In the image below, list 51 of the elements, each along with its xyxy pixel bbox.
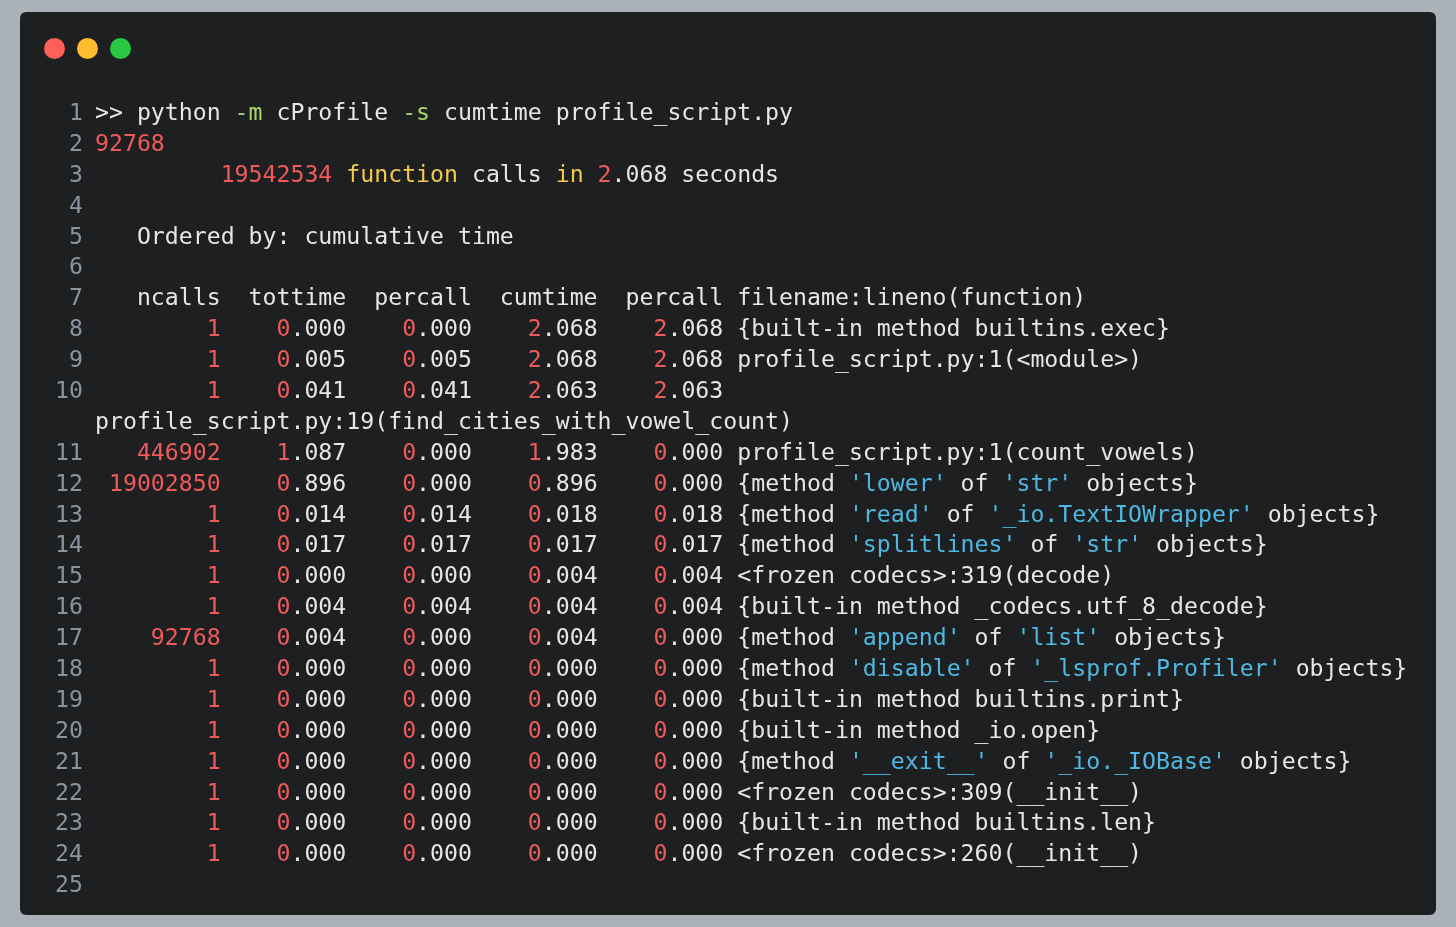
line-number: 9	[69, 345, 83, 373]
code-line: 1 0.000 0.000 0.000 0.000 {built-in method _io.open}	[205, 714, 1101, 746]
code-line: 1 0.014 0.014 0.018 0.018 {method 'read' of '_io.TextIOWrapper' objects}	[205, 498, 1380, 530]
line-number: 20	[55, 715, 83, 743]
close-control	[44, 38, 65, 59]
line-number: 21	[55, 746, 83, 774]
zoom-control	[110, 38, 131, 59]
line-number: 3	[69, 159, 83, 187]
code-line: 1 0.000 0.000 0.000 0.000 {built-in method builtins.print}	[205, 683, 1184, 714]
code-line: profile_script.py:19(find_cities_with_vowel_count)	[95, 405, 793, 437]
code-line: 1 0.000 0.000 0.004 0.004 <frozen codecs>:319(decode)	[205, 560, 1115, 591]
line-number: 18	[55, 654, 83, 682]
line-number: 10	[55, 376, 83, 403]
line-number: 2	[69, 128, 83, 156]
code-line: 1 0.000 0.000 0.000 0.000 <frozen codecs>:260(__init__)	[205, 838, 1143, 869]
code-line: 1 0.000 0.000 0.000 0.000 {method '__exit__' of '_io._IOBase' objects}	[205, 745, 1352, 777]
line-number: 7	[69, 283, 83, 311]
line-number: 24	[55, 839, 83, 867]
code-line: 1 0.000 0.000 0.000 0.000 {method 'disable' of '_lsprof.Profiler' objects}	[205, 653, 1408, 684]
code-line: 1 0.000 0.000 2.068 2.068 {built-in method builtins.exec}	[205, 313, 1170, 344]
code-line: 92768	[95, 127, 165, 158]
code-line: 92768 0.004 0.000 0.004 0.000 {method 'append' of 'list' objects}	[149, 622, 1226, 653]
line-number: 25	[55, 870, 83, 898]
code-line: 1 0.000 0.000 0.000 0.000 {built-in method builtins.len}	[205, 807, 1157, 838]
line-number: 23	[55, 808, 83, 836]
line-number: 12	[55, 468, 83, 496]
line-number: 14	[55, 530, 83, 558]
code-line: 1 0.004 0.004 0.004 0.004 {built-in method _codecs.utf_8_decode}	[205, 591, 1268, 622]
line-number: 8	[69, 314, 83, 342]
line-number: 1	[69, 98, 83, 125]
line-number: 19	[55, 684, 83, 712]
code-line: 1 0.041 0.041 2.063 2.063	[205, 375, 724, 405]
line-number: 5	[69, 221, 83, 249]
code-line: 19542534 function calls in 2.068 seconds	[219, 158, 780, 189]
code-line: 19002850 0.896 0.000 0.896 0.000 {method 'lower' of 'str' objects}	[107, 467, 1198, 498]
line-number: 4	[69, 190, 83, 218]
code-line: 1 0.005 0.005 2.068 2.068 profile_script.py:1(<module>)	[205, 344, 1143, 375]
code-line: Ordered by: cumulative time	[135, 220, 514, 251]
code-line: >> python -m cProfile -s cumtime profile_script.py	[95, 97, 794, 128]
code-line: 1 0.017 0.017 0.017 0.017 {method 'splitlines' of 'str' objects}	[205, 529, 1268, 560]
code-line: 446902 1.087 0.000 1.983 0.000 profile_script.py:1(count_vowels)	[135, 436, 1198, 468]
line-number: 6	[69, 252, 83, 280]
code-line: ncalls tottime percall cumtime percall filename:lineno(function)	[135, 282, 1087, 313]
line-number: 22	[55, 777, 83, 805]
line-number: 13	[55, 499, 83, 527]
code-line: 1 0.000 0.000 0.000 0.000 <frozen codecs>:309(__init__)	[205, 776, 1143, 808]
line-number: 15	[55, 561, 83, 589]
line-number: 16	[55, 592, 83, 620]
line-number: 11	[55, 437, 83, 465]
line-number: 17	[55, 623, 83, 651]
minimize-control	[77, 38, 98, 59]
